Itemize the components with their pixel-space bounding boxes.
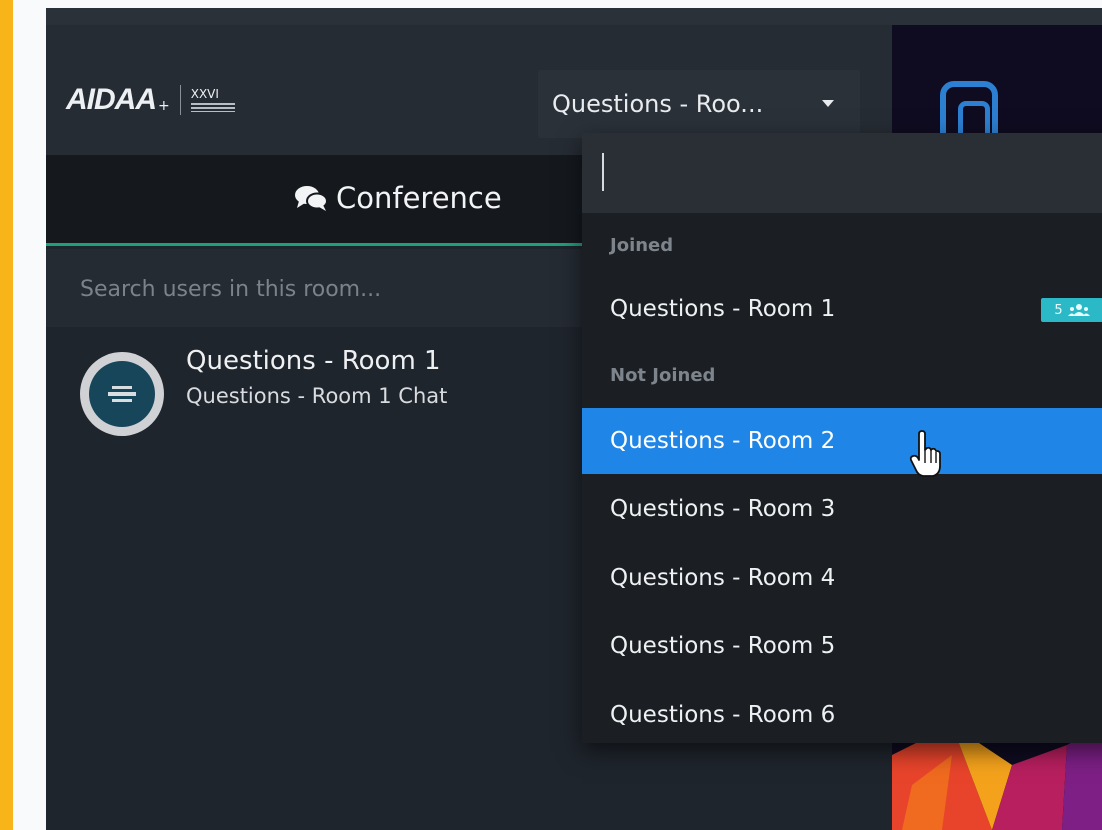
dropdown-option[interactable]: Questions - Room 5 [582, 613, 1102, 679]
logo-divider [179, 85, 181, 115]
room-subtitle: Questions - Room 1 Chat [186, 384, 448, 408]
room-select[interactable]: Questions - Roo... [538, 70, 860, 138]
room-text: Questions - Room 1 Questions - Room 1 Ch… [186, 346, 447, 408]
option-label: Questions - Room 5 [610, 633, 836, 659]
dropdown-search [582, 133, 1102, 213]
user-search-input[interactable] [80, 271, 540, 307]
logo-plus-icon: + [158, 98, 170, 114]
dropdown-option[interactable]: Questions - Room 3 [582, 476, 1102, 542]
avatar-mark [112, 386, 132, 389]
top-edge [46, 8, 1102, 25]
comments-icon [295, 186, 328, 211]
member-count-badge: 5 [1041, 298, 1102, 322]
tab-label: Conference [336, 181, 502, 215]
option-label: Questions - Room 1 [610, 296, 836, 322]
room-dropdown: Joined Questions - Room 1 5 Not Joined Q… [582, 133, 1102, 743]
logo-edition: XXVI [190, 87, 219, 101]
logo-congress: XXVI [190, 87, 235, 112]
hand-pointer-icon [909, 430, 941, 477]
option-label: Questions - Room 6 [610, 702, 836, 728]
caret-down-icon [822, 100, 834, 107]
dropdown-option[interactable]: Questions - Room 6 [582, 682, 1102, 743]
option-label: Questions - Room 3 [610, 496, 836, 522]
logo: AIDAA + XXVI [66, 75, 235, 125]
logo-brand: AIDAA [66, 83, 157, 116]
dropdown-option[interactable]: Questions - Room 4 [582, 545, 1102, 611]
room-list-item[interactable]: Questions - Room 1 Questions - Room 1 Ch… [80, 346, 550, 442]
room-select-value: Questions - Roo... [552, 90, 764, 118]
avatar [80, 352, 164, 436]
option-label: Questions - Room 4 [610, 565, 836, 591]
logo-subtitle-lines [190, 103, 235, 112]
member-count: 5 [1054, 302, 1063, 318]
tab-conference[interactable]: Conference [294, 181, 502, 215]
dropdown-option[interactable]: Questions - Room 2 [582, 408, 1102, 474]
chat-app: AIDAA + XXVI Questions - Roo... Conferen… [46, 8, 1102, 830]
group-label-not-joined: Not Joined [610, 365, 716, 386]
group-label-joined: Joined [610, 235, 674, 256]
option-label: Questions - Room 2 [610, 428, 836, 454]
avatar-logo [89, 361, 155, 427]
avatar-mark [108, 392, 136, 396]
dropdown-search-input[interactable] [598, 147, 1098, 197]
avatar-mark [112, 399, 132, 402]
users-icon [1067, 304, 1090, 316]
dropdown-option[interactable]: Questions - Room 1 5 [582, 276, 1102, 342]
room-name: Questions - Room 1 [186, 346, 441, 376]
accent-strip [0, 0, 13, 830]
